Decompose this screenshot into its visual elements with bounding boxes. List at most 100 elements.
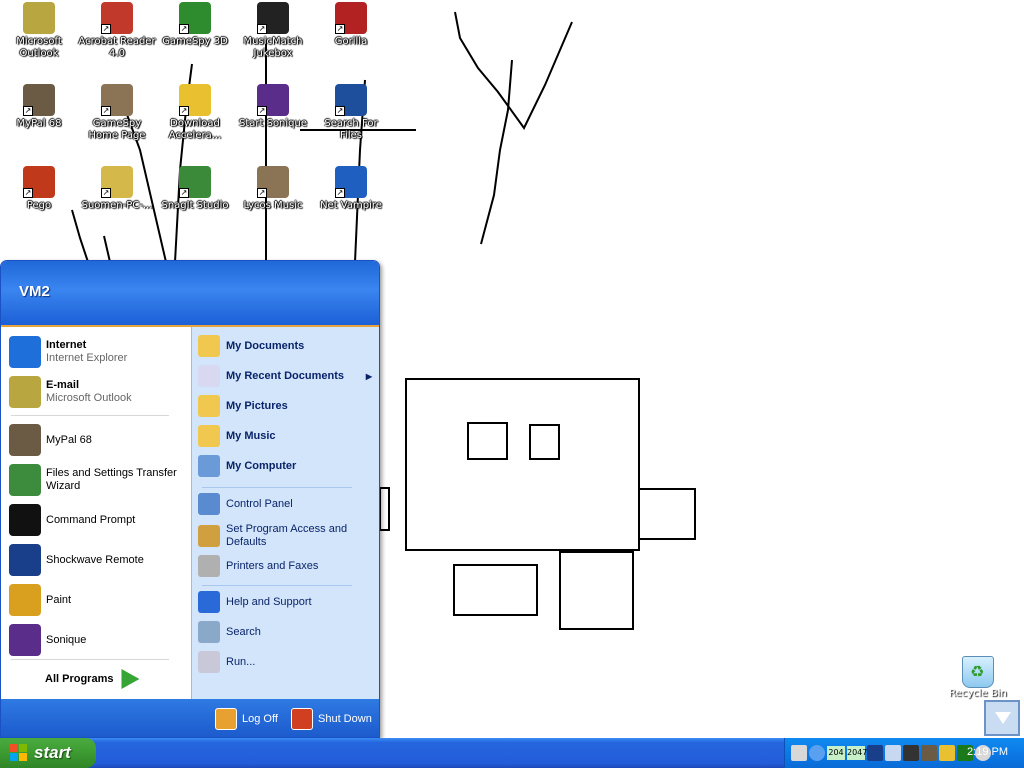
desktop-icon[interactable]: ↗ Search For Files <box>312 84 390 142</box>
shortcut-arrow-icon: ↗ <box>335 24 345 34</box>
place-item[interactable]: Run... <box>198 649 378 675</box>
desktop-icon[interactable]: ↗ GameSpy Home Page <box>78 84 156 142</box>
place-item[interactable]: My Documents <box>198 333 378 359</box>
robot-eye-left <box>467 422 508 460</box>
pinned-program-title: Internet <box>46 339 87 351</box>
folder-music-icon <box>198 425 220 447</box>
place-item-label: Search <box>226 625 261 638</box>
place-item[interactable]: Control Panel <box>198 491 378 517</box>
run-icon <box>198 651 220 673</box>
paint-icon <box>9 584 41 616</box>
desktop-icon[interactable]: ↗ GameSpy 3D <box>156 2 234 48</box>
search-icon <box>198 621 220 643</box>
recent-program[interactable]: Sonique <box>9 621 187 659</box>
shortcut-arrow-icon: ↗ <box>257 24 267 34</box>
net-vampire-icon: ↗ <box>335 166 367 198</box>
start-menu: VM2 Internet Internet Explorer E-mail Micro… <box>0 260 380 738</box>
recent-program[interactable]: MyPal 68 <box>9 421 187 459</box>
desktop-icon[interactable]: ↗ Suomen-PC-... <box>78 166 156 212</box>
desktop-icon-label: Pego <box>26 200 52 211</box>
desktop-icon[interactable]: ↗ Gorilla <box>312 2 390 48</box>
chevron-left-icon[interactable] <box>809 745 825 761</box>
shortcut-arrow-icon: ↗ <box>179 24 189 34</box>
place-item[interactable]: My Recent Documents ▶ <box>198 363 378 389</box>
acrobat-icon: ↗ <box>101 2 133 34</box>
suomen-pc-icon: ↗ <box>101 166 133 198</box>
pencil-icon[interactable] <box>939 745 955 761</box>
separator <box>11 659 169 660</box>
desktop-icon[interactable]: ↗ MusicMatch Jukebox <box>234 2 312 60</box>
shut-down-button[interactable]: Shut Down <box>291 707 372 731</box>
desktop-icon[interactable]: ↗ SnagIt Studio <box>156 166 234 212</box>
recycle-bin[interactable]: Recycle Bin <box>944 656 1012 699</box>
film-icon[interactable] <box>903 745 919 761</box>
recent-program-label: Sonique <box>46 633 87 646</box>
separator <box>202 585 352 586</box>
recent-program-label: Paint <box>46 593 72 606</box>
keyboard-icon[interactable] <box>791 745 807 761</box>
all-programs-button[interactable]: All Programs <box>45 667 155 691</box>
taskbar: start 204 2047 2:19 PM <box>0 738 1024 768</box>
desktop-icon[interactable]: ↗ Start Sonique <box>234 84 312 130</box>
shortcut-arrow-icon: ↗ <box>179 188 189 198</box>
desktop-icon[interactable]: ↗ Acrobat Reader 4.0 <box>78 2 156 60</box>
desktop-icon-label: SnagIt Studio <box>161 200 229 211</box>
start-menu-footer: Log Off Shut Down <box>1 699 379 737</box>
place-item[interactable]: My Computer <box>198 453 378 479</box>
desktop-icon[interactable]: ↗ Pego <box>0 166 78 212</box>
pinned-program[interactable]: E-mail Microsoft Outlook <box>9 373 187 411</box>
log-off-button[interactable]: Log Off <box>215 707 278 731</box>
tray-counter[interactable]: 204 <box>827 746 845 760</box>
gamespy-icon: ↗ <box>179 2 211 34</box>
place-item[interactable]: Set Program Access and Defaults <box>198 521 378 551</box>
place-item[interactable]: Search <box>198 619 378 645</box>
place-item[interactable]: My Music <box>198 423 378 449</box>
desktop-icon[interactable]: ↗ MyPal 68 <box>0 84 78 130</box>
shortcut-arrow-icon: ↗ <box>257 188 267 198</box>
search-files-icon: ↗ <box>335 84 367 116</box>
separator <box>11 415 169 416</box>
pinned-program[interactable]: Internet Internet Explorer <box>9 333 187 371</box>
shortcut-arrow-icon: ↗ <box>101 106 111 116</box>
place-item-label: Control Panel <box>226 497 293 510</box>
mypal-icon: ↗ <box>23 84 55 116</box>
power-icon <box>291 708 313 730</box>
desktop-icon[interactable]: ↗ Download Accelera... <box>156 84 234 142</box>
recent-program[interactable]: Command Prompt <box>9 501 187 539</box>
desktop-icon-label: Lycos Music <box>243 200 303 211</box>
recent-program[interactable]: Paint <box>9 581 187 619</box>
tray-counter[interactable]: 2047 <box>847 746 867 760</box>
scroll-down-button[interactable] <box>984 700 1020 736</box>
outlook-icon <box>23 2 55 34</box>
monitor-icon[interactable] <box>885 745 901 761</box>
place-item-label: Help and Support <box>226 595 312 608</box>
snagit-icon: ↗ <box>179 166 211 198</box>
all-programs-label: All Programs <box>45 673 114 685</box>
recent-program[interactable]: Files and Settings Transfer Wizard <box>9 461 187 499</box>
place-item[interactable]: Help and Support <box>198 589 378 615</box>
desktop-icon[interactable]: ↗ Net Vampire <box>312 166 390 212</box>
shortcut-arrow-icon: ↗ <box>335 188 345 198</box>
control-panel-icon <box>198 493 220 515</box>
desktop-icon[interactable]: ↗ Lycos Music <box>234 166 312 212</box>
desktop-icon-label: Gorilla <box>334 36 368 47</box>
user-name: VM2 <box>19 283 50 300</box>
start-menu-programs: Internet Internet Explorer E-mail Microsoft… <box>1 327 191 699</box>
pinned-program-text: Internet Internet Explorer <box>46 339 127 365</box>
shortcut-arrow-icon: ↗ <box>23 106 33 116</box>
submenu-arrow-icon: ▶ <box>365 371 372 381</box>
place-item[interactable]: Printers and Faxes <box>198 553 378 579</box>
network-icon[interactable] <box>867 745 883 761</box>
start-menu-header: VM2 <box>1 261 379 327</box>
robot-leg-left <box>453 564 538 616</box>
mypal-tray-icon[interactable] <box>921 745 937 761</box>
sonique-icon <box>9 624 41 656</box>
start-button[interactable]: start <box>0 738 96 768</box>
desktop-icon-label: Start Sonique <box>238 118 308 129</box>
recent-program[interactable]: Shockwave Remote <box>9 541 187 579</box>
place-item[interactable]: My Pictures <box>198 393 378 419</box>
place-item-label: Printers and Faxes <box>226 559 319 572</box>
desktop-icon-label: Acrobat Reader 4.0 <box>78 36 156 59</box>
clock: 2:19 PM <box>967 746 1008 758</box>
desktop-icon[interactable]: Microsoft Outlook <box>0 2 78 60</box>
